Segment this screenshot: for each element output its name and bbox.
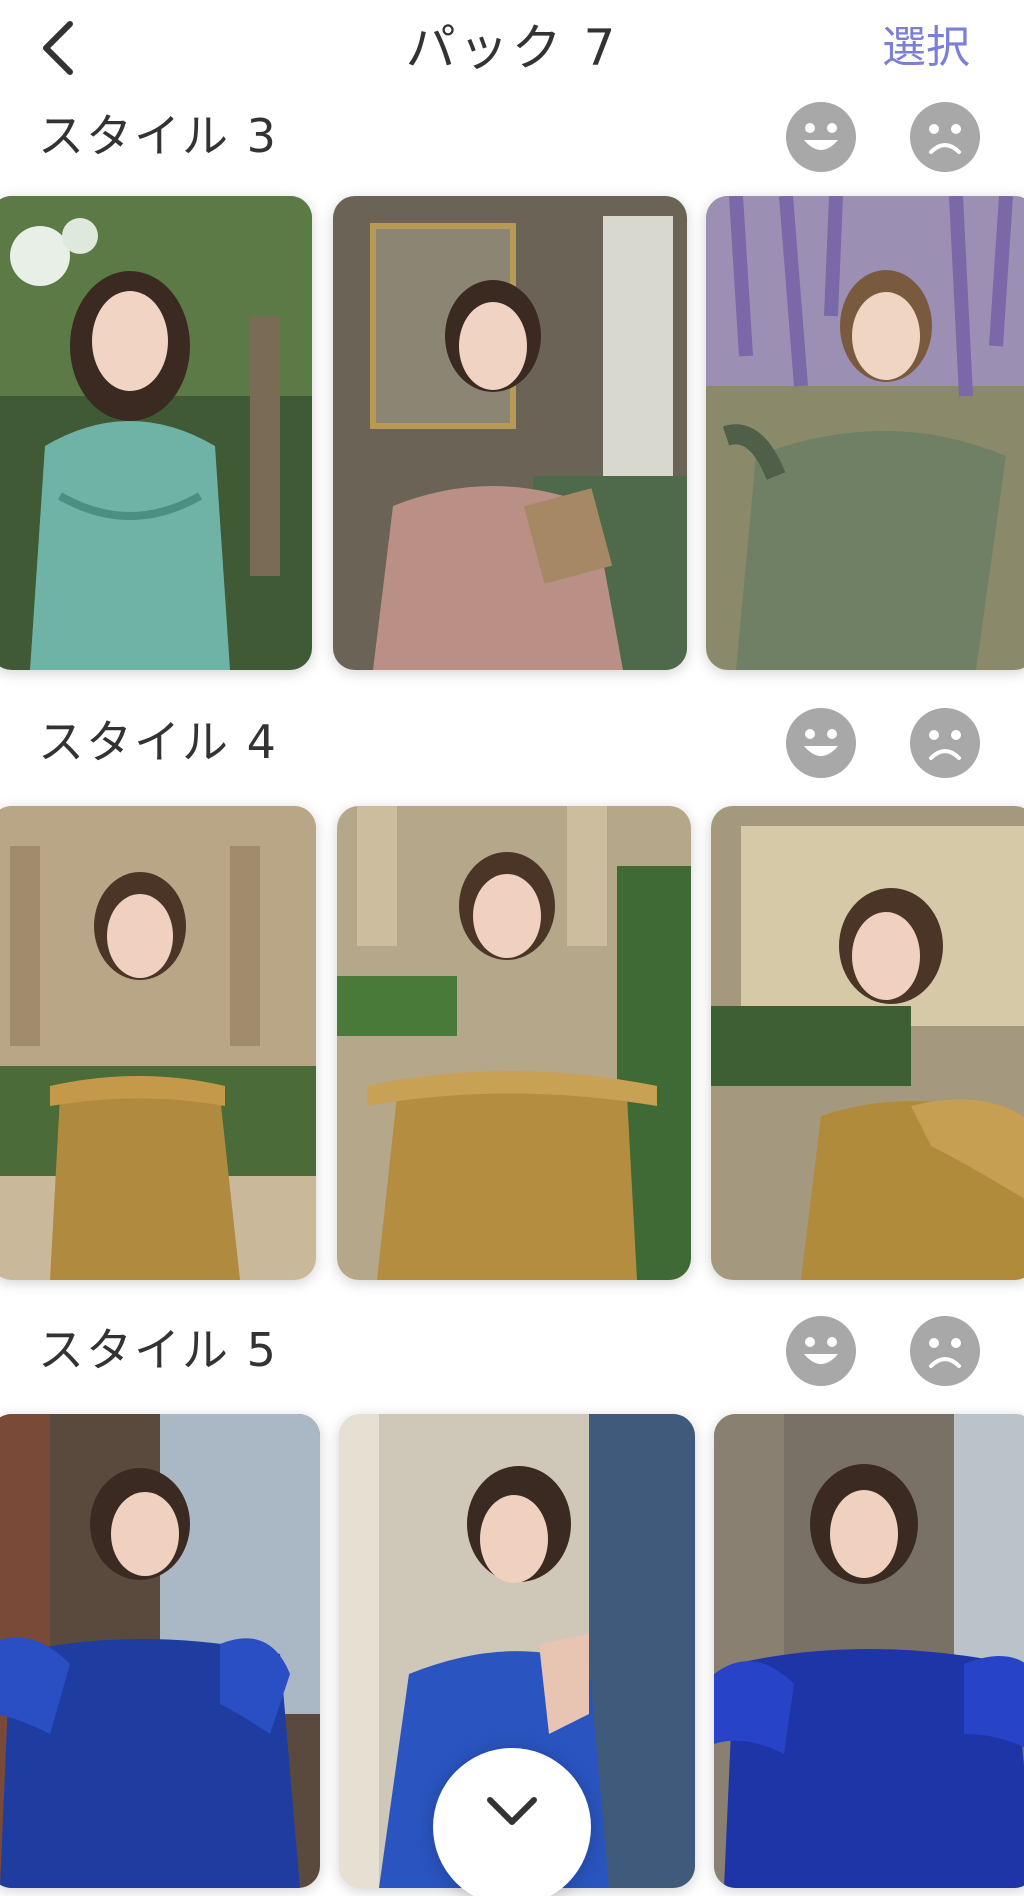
dislike-button[interactable] — [910, 708, 980, 778]
sad-face-icon — [929, 1338, 961, 1368]
photo-thumbnail[interactable] — [0, 196, 312, 670]
section-title: スタイル 3 — [38, 109, 278, 163]
dislike-button[interactable] — [910, 1316, 980, 1386]
dislike-button[interactable] — [910, 102, 980, 172]
happy-face-icon — [804, 729, 838, 756]
happy-face-icon — [804, 123, 838, 150]
like-button[interactable] — [786, 1316, 856, 1386]
photo-row — [0, 196, 1024, 670]
chevron-down-icon — [487, 1797, 537, 1825]
sad-face-icon — [929, 124, 961, 154]
scroll-down-button[interactable] — [433, 1748, 591, 1896]
photo-thumbnail[interactable] — [0, 806, 316, 1280]
like-button[interactable] — [786, 102, 856, 172]
photo-thumbnail[interactable] — [333, 196, 687, 670]
photo-row — [0, 806, 1024, 1280]
happy-face-icon — [804, 1337, 838, 1364]
photo-thumbnail[interactable] — [711, 806, 1024, 1280]
select-button[interactable]: 選択 — [882, 16, 970, 80]
section-title: スタイル 4 — [38, 715, 278, 769]
section-title: スタイル 5 — [38, 1323, 278, 1377]
style-section: スタイル 4 — [0, 700, 1024, 1280]
sad-face-icon — [929, 730, 961, 760]
page-title: パック 7 — [405, 19, 619, 77]
photo-thumbnail[interactable] — [0, 1414, 320, 1888]
style-section: スタイル 3 — [0, 0, 1024, 680]
like-button[interactable] — [786, 708, 856, 778]
photo-thumbnail[interactable] — [337, 806, 691, 1280]
photo-thumbnail[interactable] — [714, 1414, 1024, 1888]
header: パック 7 選択 — [0, 0, 1024, 100]
photo-thumbnail[interactable] — [706, 196, 1024, 670]
